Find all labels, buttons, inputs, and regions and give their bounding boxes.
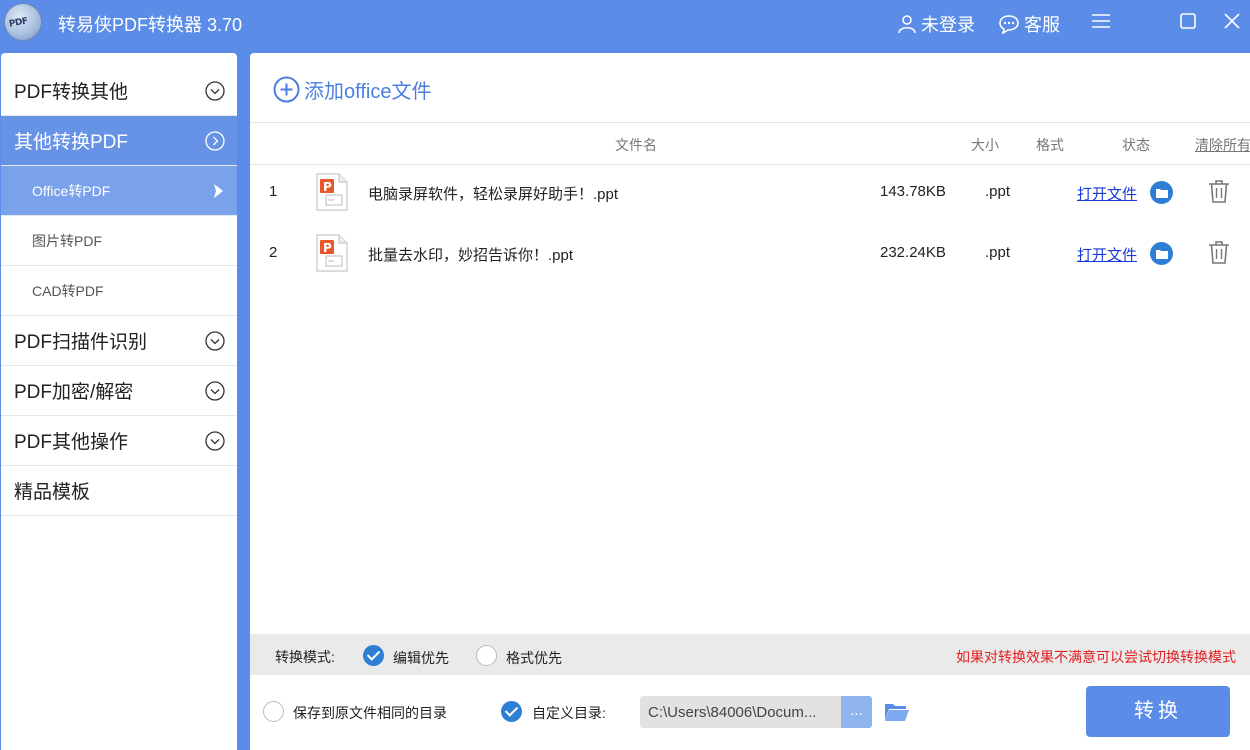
sidebar-item-office-to-pdf[interactable]: Office转PDF — [1, 166, 237, 216]
open-folder-icon[interactable] — [884, 701, 910, 723]
sidebar-item-cad-to-pdf[interactable]: CAD转PDF — [1, 266, 237, 316]
file-size: 143.78KB — [880, 183, 946, 200]
file-size: 232.24KB — [880, 244, 946, 261]
app-logo-icon: PDF — [4, 3, 42, 41]
sidebar-item-label: PDF转换其他 — [14, 82, 129, 103]
login-label: 未登录 — [921, 15, 975, 35]
sidebar-item-pdf-encrypt[interactable]: PDF加密/解密 — [1, 366, 237, 416]
sidebar-item-pdf-ocr[interactable]: PDF扫描件识别 — [1, 316, 237, 366]
add-office-file-label: 添加office文件 — [304, 81, 432, 103]
sidebar-item-image-to-pdf[interactable]: 图片转PDF — [1, 216, 237, 266]
open-file-link[interactable]: 打开文件 — [1077, 244, 1137, 265]
format-priority-label[interactable]: 格式优先 — [506, 648, 562, 668]
sidebar: PDF转换其他 其他转换PDF Office转PDF 图片转PDF CAD转PD… — [1, 53, 237, 750]
column-status: 状态 — [1122, 137, 1150, 153]
open-file-link[interactable]: 打开文件 — [1077, 183, 1137, 204]
main-panel: 添加office文件 文件名 大小 格式 状态 清除所有 1 P 电脑录屏软件，… — [250, 53, 1250, 750]
app-title: 转易侠PDF转换器 3.70 — [58, 15, 243, 35]
maximize-icon — [1180, 13, 1196, 29]
sidebar-item-label: PDF加密/解密 — [14, 382, 134, 403]
column-filename: 文件名 — [615, 137, 657, 153]
chevron-down-icon — [205, 381, 225, 401]
column-size: 大小 — [971, 137, 999, 153]
conversion-mode-bar: 转换模式: 编辑优先 格式优先 如果对转换效果不满意可以尝试切换转换模式 — [250, 634, 1250, 675]
sidebar-item-pdf-other-ops[interactable]: PDF其他操作 — [1, 416, 237, 466]
sidebar-item-label: PDF扫描件识别 — [14, 332, 148, 353]
user-icon — [898, 15, 916, 34]
row-index: 1 — [269, 183, 278, 200]
same-dir-label[interactable]: 保存到原文件相同的目录 — [293, 703, 447, 723]
chevron-down-icon — [205, 331, 225, 351]
close-icon — [1224, 13, 1240, 29]
support-label: 客服 — [1024, 15, 1060, 35]
close-button[interactable] — [1221, 10, 1243, 32]
chevron-down-icon — [205, 81, 225, 101]
sidebar-item-label: PDF其他操作 — [14, 432, 129, 453]
trash-icon[interactable] — [1208, 179, 1230, 203]
caret-right-icon — [214, 184, 223, 198]
table-row: 2 P 批量去水印，妙招告诉你！.ppt 232.24KB .ppt 打开文件 — [250, 224, 1250, 284]
browse-button[interactable]: ... — [841, 696, 872, 728]
output-bar: 保存到原文件相同的目录 自定义目录: C:\Users\84006\Docum.… — [250, 675, 1250, 750]
row-index: 2 — [269, 244, 278, 261]
table-row: 1 P 电脑录屏软件，轻松录屏好助手！.ppt 143.78KB .ppt 打开… — [250, 163, 1250, 223]
sidebar-item-label: 精品模板 — [14, 482, 91, 503]
login-button[interactable]: 未登录 — [897, 11, 975, 37]
chevron-down-icon — [205, 431, 225, 451]
custom-dir-radio[interactable] — [501, 701, 522, 722]
plus-circle-icon — [273, 76, 300, 103]
svg-text:P: P — [323, 241, 332, 255]
ppt-file-icon: P — [316, 234, 348, 272]
convert-button[interactable]: 转换 — [1086, 686, 1230, 737]
support-button[interactable]: 客服 — [998, 11, 1060, 37]
add-office-file-button[interactable]: 添加office文件 — [273, 75, 431, 104]
sidebar-item-other-to-pdf[interactable]: 其他转换PDF — [1, 116, 237, 166]
maximize-button[interactable] — [1177, 10, 1199, 32]
chat-icon — [999, 15, 1019, 34]
output-path-field[interactable]: C:\Users\84006\Docum... — [640, 696, 842, 728]
custom-dir-label[interactable]: 自定义目录: — [532, 703, 606, 723]
logo-text: PDF — [8, 16, 29, 30]
column-format: 格式 — [1036, 137, 1064, 153]
file-format: .ppt — [985, 244, 1011, 261]
sidebar-item-label: 其他转换PDF — [14, 132, 129, 153]
mode-hint-text: 如果对转换效果不满意可以尝试切换转换模式 — [956, 649, 1236, 665]
status-folder-icon[interactable] — [1150, 242, 1173, 265]
file-format: .ppt — [985, 183, 1011, 200]
status-folder-icon[interactable] — [1150, 181, 1173, 204]
file-name: 批量去水印，妙招告诉你！.ppt — [368, 247, 574, 264]
sidebar-item-label: CAD转PDF — [32, 282, 104, 299]
chevron-right-icon — [205, 131, 225, 151]
sidebar-item-label: Office转PDF — [32, 182, 111, 199]
same-dir-radio[interactable] — [263, 701, 284, 722]
svg-text:P: P — [323, 180, 332, 194]
menu-icon — [1092, 14, 1110, 28]
menu-button[interactable] — [1090, 10, 1112, 32]
file-name: 电脑录屏软件，轻松录屏好助手！.ppt — [368, 186, 619, 203]
file-table-header: 文件名 大小 格式 状态 清除所有 — [250, 122, 1250, 165]
sidebar-item-label: 图片转PDF — [32, 232, 102, 249]
sidebar-item-pdf-to-other[interactable]: PDF转换其他 — [1, 66, 237, 116]
edit-priority-radio[interactable] — [363, 645, 384, 666]
edit-priority-label[interactable]: 编辑优先 — [393, 648, 449, 668]
title-bar: PDF 转易侠PDF转换器 3.70 未登录 客服 — [0, 0, 1250, 46]
format-priority-radio[interactable] — [476, 645, 497, 666]
conversion-mode-label: 转换模式: — [275, 649, 335, 665]
ppt-file-icon: P — [316, 173, 348, 211]
clear-all-link[interactable]: 清除所有 — [1195, 135, 1250, 155]
sidebar-item-templates[interactable]: 精品模板 — [1, 466, 237, 516]
trash-icon[interactable] — [1208, 240, 1230, 264]
